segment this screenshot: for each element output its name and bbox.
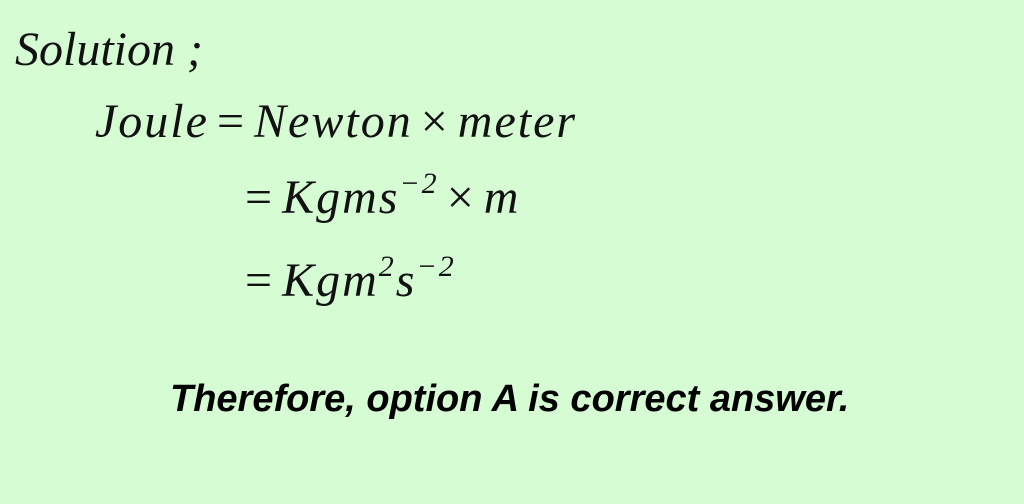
times-sign: × — [446, 171, 476, 224]
equation-line-2: = Kgms−2 × m — [245, 167, 521, 225]
exponent: 2 — [378, 250, 396, 283]
times-sign: × — [420, 95, 450, 148]
equals-sign: = — [245, 254, 275, 307]
equation-term: Kgms — [282, 171, 400, 224]
exponent: −2 — [416, 250, 456, 283]
equation-line-3: = Kgm2s−2 — [245, 250, 456, 308]
equation-line-1: Joule = Newton × meter — [95, 94, 577, 149]
conclusion-text: Therefore, option A is correct answer. — [170, 378, 850, 420]
equation-term: m — [483, 171, 521, 224]
equation-term: Newton — [254, 95, 413, 148]
equation-lhs: Joule — [95, 95, 209, 148]
equation-term: s — [395, 254, 417, 307]
equation-term: Kgm — [282, 254, 379, 307]
solution-heading: Solution ; — [15, 23, 203, 76]
equation-term: meter — [457, 95, 578, 148]
equals-sign: = — [245, 171, 275, 224]
equals-sign: = — [216, 95, 247, 148]
exponent: −2 — [399, 167, 439, 200]
